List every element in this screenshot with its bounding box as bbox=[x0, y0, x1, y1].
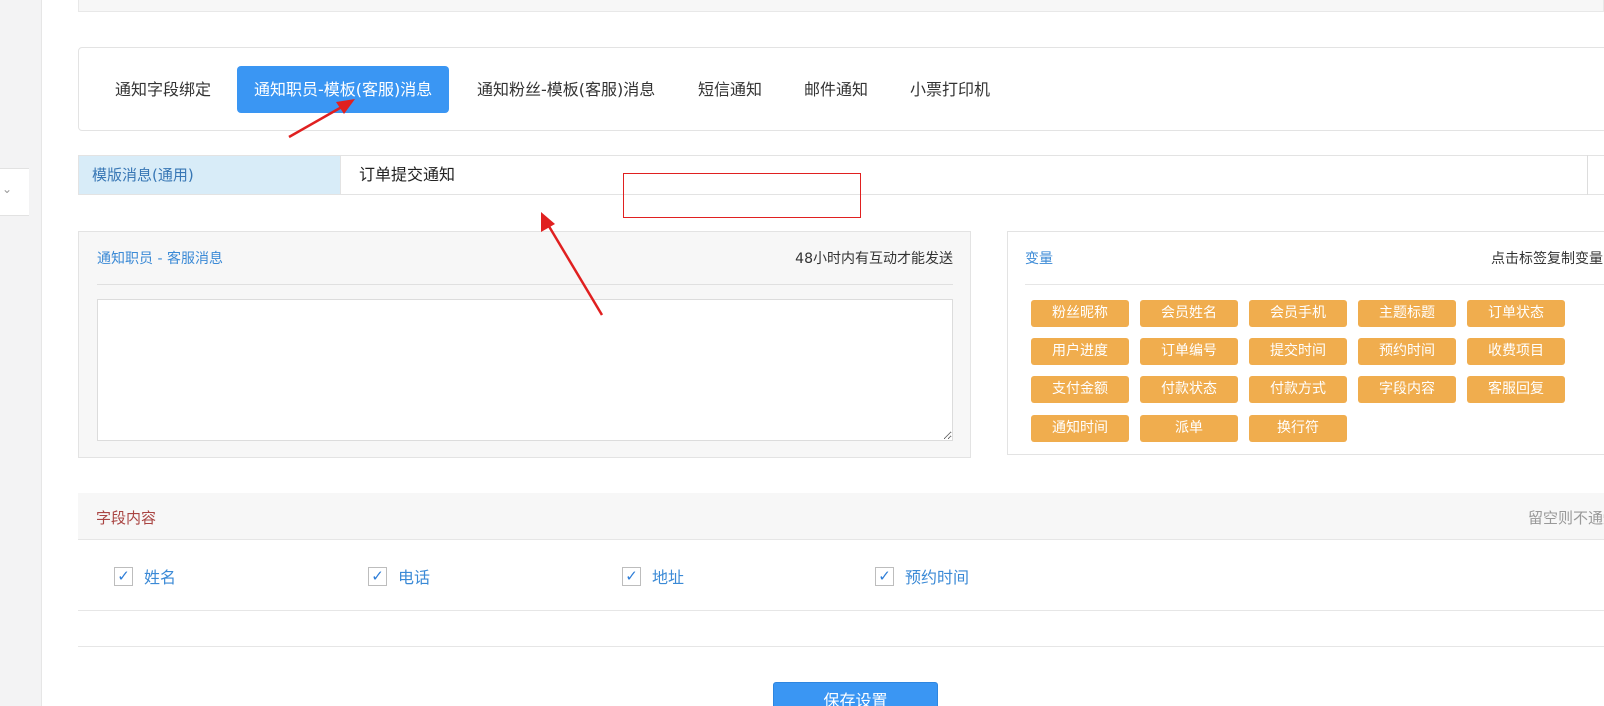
chevron-down-icon[interactable]: ⌄ bbox=[2, 181, 18, 197]
checkbox-label: 地址 bbox=[652, 568, 685, 587]
variable-tag[interactable]: 换行符 bbox=[1249, 415, 1347, 442]
divider bbox=[97, 284, 953, 285]
variable-tag[interactable]: 粉丝昵称 bbox=[1031, 300, 1129, 327]
field-checkbox-address[interactable]: ✓ 地址 bbox=[622, 565, 684, 587]
checkbox[interactable]: ✓ bbox=[622, 566, 641, 586]
variable-tag[interactable]: 提交时间 bbox=[1249, 338, 1347, 365]
variable-tag[interactable]: 用户进度 bbox=[1031, 338, 1129, 365]
variable-tag[interactable]: 收费项目 bbox=[1467, 338, 1565, 365]
variable-tag[interactable]: 支付金额 bbox=[1031, 376, 1129, 403]
variables-title: 变量 bbox=[1025, 251, 1053, 267]
variable-tag[interactable]: 订单状态 bbox=[1467, 300, 1565, 327]
variable-tag[interactable]: 派单 bbox=[1140, 415, 1238, 442]
field-content-header: 字段内容 留空则不通知字段内容 bbox=[78, 493, 1604, 540]
checkbox-label: 电话 bbox=[398, 568, 431, 587]
tab-email[interactable]: 邮件通知 bbox=[787, 66, 885, 113]
message-panel-note: 48小时内有互动才能发送 bbox=[795, 251, 953, 267]
template-select-edge bbox=[1587, 155, 1588, 195]
tab-staff-template[interactable]: 通知职员-模板(客服)消息 bbox=[237, 66, 450, 113]
variable-tag[interactable]: 会员姓名 bbox=[1140, 300, 1238, 327]
variable-tag[interactable]: 订单编号 bbox=[1140, 338, 1238, 365]
top-panel-edge bbox=[78, 0, 1604, 12]
message-panel-title: 通知职员 - 客服消息 bbox=[97, 251, 223, 267]
tab-receipt-printer[interactable]: 小票打印机 bbox=[893, 66, 1007, 113]
checkbox-label: 姓名 bbox=[144, 568, 177, 587]
template-select[interactable]: 订单提交通知 bbox=[359, 156, 455, 194]
field-content-hint: 留空则不通知字段内容 bbox=[1528, 509, 1604, 527]
variable-tag[interactable]: 字段内容 bbox=[1358, 376, 1456, 403]
field-checkbox-name[interactable]: ✓ 姓名 bbox=[114, 565, 176, 587]
divider bbox=[78, 610, 1604, 611]
save-settings-button[interactable]: 保存设置 bbox=[773, 682, 938, 706]
annotation-box bbox=[623, 173, 861, 218]
checkbox[interactable]: ✓ bbox=[368, 566, 387, 586]
divider bbox=[1025, 284, 1604, 285]
variables-hint: 点击标签复制变量 bbox=[1491, 251, 1603, 267]
variable-tag[interactable]: 付款方式 bbox=[1249, 376, 1347, 403]
checkbox[interactable]: ✓ bbox=[875, 566, 894, 586]
variable-tag[interactable]: 通知时间 bbox=[1031, 415, 1129, 442]
variable-tag[interactable]: 预约时间 bbox=[1358, 338, 1456, 365]
tab-fans-template[interactable]: 通知粉丝-模板(客服)消息 bbox=[460, 66, 672, 113]
staff-message-panel: 通知职员 - 客服消息 48小时内有互动才能发送 bbox=[78, 231, 971, 458]
notification-tabs: 通知字段绑定 通知职员-模板(客服)消息 通知粉丝-模板(客服)消息 短信通知 … bbox=[78, 47, 1604, 131]
field-checkbox-phone[interactable]: ✓ 电话 bbox=[368, 565, 430, 587]
variable-tag[interactable]: 主题标题 bbox=[1358, 300, 1456, 327]
checkbox-label: 预约时间 bbox=[905, 568, 970, 587]
variable-tag[interactable]: 付款状态 bbox=[1140, 376, 1238, 403]
variable-tag[interactable]: 客服回复 bbox=[1467, 376, 1565, 403]
left-sidebar: ⌄ bbox=[0, 0, 42, 706]
message-content-input[interactable] bbox=[97, 299, 953, 441]
divider bbox=[78, 646, 1604, 647]
field-content-title: 字段内容 bbox=[96, 509, 157, 527]
field-checkbox-appointment-time[interactable]: ✓ 预约时间 bbox=[875, 565, 969, 587]
tab-field-binding[interactable]: 通知字段绑定 bbox=[98, 66, 228, 113]
tab-sms[interactable]: 短信通知 bbox=[681, 66, 779, 113]
variable-tag[interactable]: 会员手机 bbox=[1249, 300, 1347, 327]
variables-panel: 变量 点击标签复制变量 粉丝昵称 会员姓名 会员手机 主题标题 订单状态用户进度 订单编号… bbox=[1007, 231, 1604, 455]
checkbox[interactable]: ✓ bbox=[114, 566, 133, 586]
template-label: 模版消息(通用) bbox=[79, 156, 341, 194]
